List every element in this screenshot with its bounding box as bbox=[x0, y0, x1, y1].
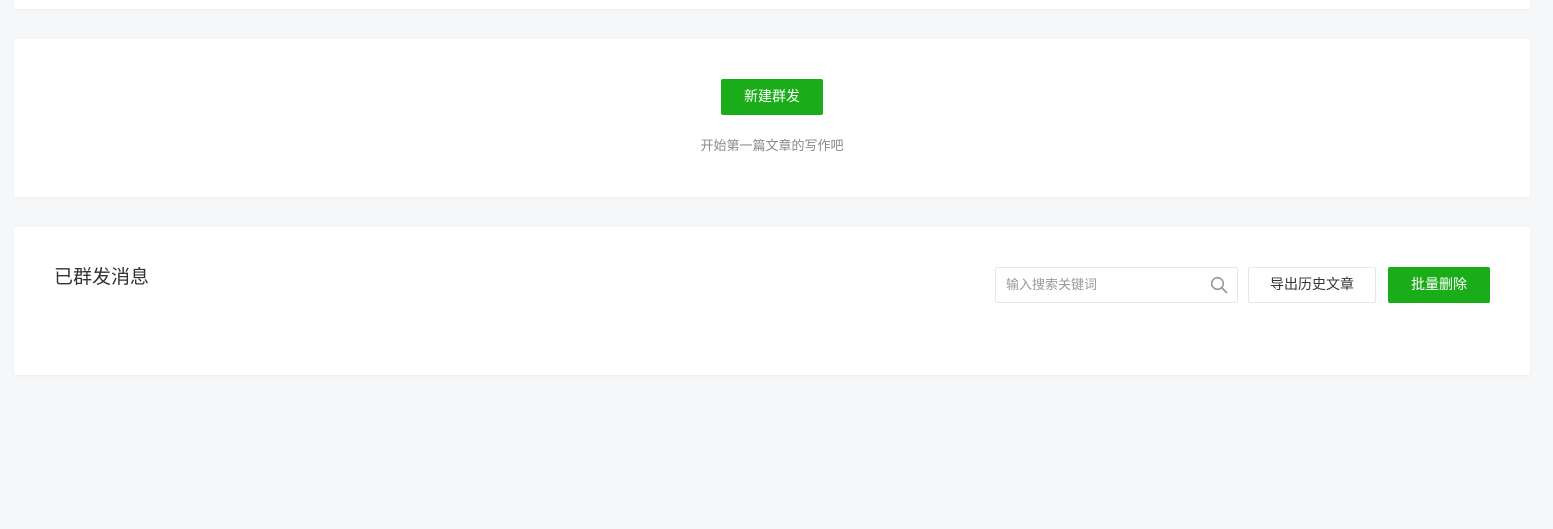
search-box bbox=[995, 267, 1238, 303]
new-mass-button[interactable]: 新建群发 bbox=[721, 79, 823, 115]
search-input[interactable] bbox=[996, 268, 1206, 302]
sent-messages-card: 已群发消息 导出历史文章 批量删除 bbox=[14, 227, 1530, 375]
section-title: 已群发消息 bbox=[54, 266, 150, 288]
top-card bbox=[14, 0, 1530, 9]
batch-delete-button[interactable]: 批量删除 bbox=[1388, 267, 1490, 303]
empty-hint: 开始第一篇文章的写作吧 bbox=[700, 139, 844, 154]
export-history-button[interactable]: 导出历史文章 bbox=[1248, 267, 1376, 303]
search-icon[interactable] bbox=[1210, 276, 1228, 294]
new-mass-card: 新建群发 开始第一篇文章的写作吧 bbox=[14, 39, 1530, 197]
